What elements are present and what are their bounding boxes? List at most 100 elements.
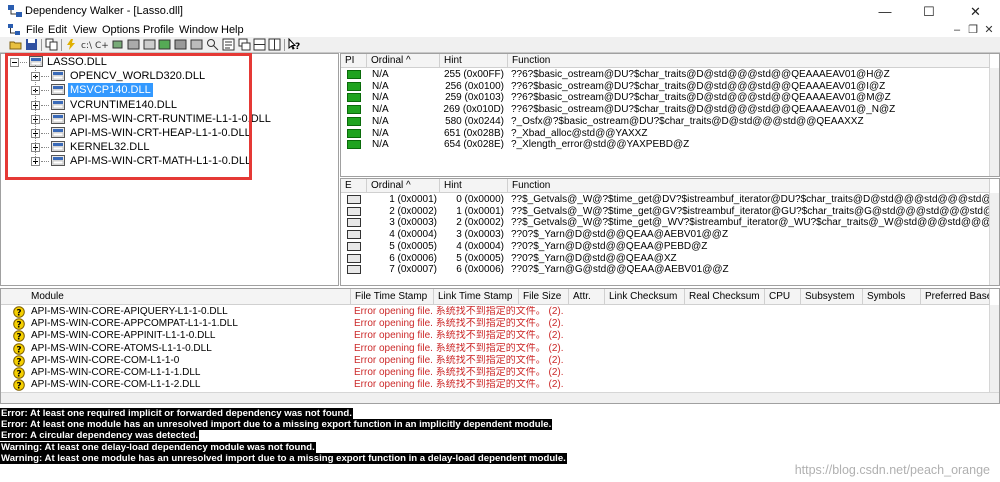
col-attr[interactable]: Attr. bbox=[569, 289, 605, 305]
module-row[interactable]: ? API-MS-WIN-CORE-APIQUERY-L1-1-0.DLL Erro… bbox=[1, 306, 990, 319]
import-row[interactable]: N/A 651 (0x028B) ?_Xbad_alloc@std@@YAXXZ bbox=[341, 128, 990, 140]
col-file-size[interactable]: File Size bbox=[519, 289, 569, 305]
import-row[interactable]: N/A 259 (0x0103) ??6?$basic_ostream@DU?$ch… bbox=[341, 92, 990, 104]
properties-icon[interactable] bbox=[222, 38, 235, 51]
help-icon[interactable]: ? bbox=[288, 38, 301, 51]
tile-vertical-icon[interactable] bbox=[268, 38, 281, 51]
module-row[interactable]: ? API-MS-WIN-CORE-COM-L1-1-2.DLL Error ope… bbox=[1, 379, 990, 392]
toggle-icon[interactable] bbox=[111, 38, 124, 51]
col-cpu[interactable]: CPU bbox=[765, 289, 801, 305]
module-row[interactable]: ? API-MS-WIN-CORE-APPINIT-L1-1-0.DLL Error… bbox=[1, 330, 990, 343]
col-module[interactable]: Module bbox=[1, 289, 351, 305]
mdi-minimize-button[interactable]: – bbox=[949, 23, 965, 37]
col-preferred-base[interactable]: Preferred Base bbox=[921, 289, 990, 305]
function-cell: ??6?$basic_ostream@DU?$char_traits@D@std… bbox=[511, 104, 896, 116]
imports-scrollbar[interactable] bbox=[989, 68, 999, 176]
module-status: Error opening file. 系统找不到指定的文件。 (2). bbox=[354, 306, 564, 317]
module-icon[interactable] bbox=[190, 38, 203, 51]
module-row[interactable]: ? API-MS-WIN-CORE-ATOMS-L1-1-0.DLL Error o… bbox=[1, 343, 990, 355]
col-function[interactable]: Function bbox=[508, 179, 990, 193]
mdi-close-button[interactable]: ✕ bbox=[981, 23, 997, 37]
menu-edit[interactable]: Edit bbox=[48, 23, 67, 37]
cascade-icon[interactable] bbox=[238, 38, 251, 51]
menu-window[interactable]: Window bbox=[179, 23, 218, 37]
close-button[interactable]: ✕ bbox=[951, 0, 1000, 23]
import-row[interactable]: N/A 654 (0x028E) ?_Xlength_error@std@@YAXP… bbox=[341, 139, 990, 151]
export-row[interactable]: 6 (0x0006) 5 (0x0005) ??0?$_Yarn@D@std@@QE… bbox=[341, 253, 990, 265]
col-symbols[interactable]: Symbols bbox=[863, 289, 921, 305]
export-function-icon bbox=[347, 206, 361, 216]
window-title: Dependency Walker - [Lasso.dll] bbox=[25, 5, 183, 17]
module-icon[interactable] bbox=[174, 38, 187, 51]
module-list-hscrollbar[interactable] bbox=[1, 392, 999, 403]
module-name: API-MS-WIN-CORE-COM-L1-1-1.DLL bbox=[31, 367, 201, 378]
export-row[interactable]: 5 (0x0005) 4 (0x0004) ??0?$_Yarn@D@std@@QE… bbox=[341, 241, 990, 253]
exports-scrollbar[interactable] bbox=[989, 193, 999, 285]
module-row[interactable]: ? API-MS-WIN-CORE-COM-L1-1-1.DLL Error ope… bbox=[1, 367, 990, 380]
col-ordinal[interactable]: Ordinal ^ bbox=[367, 54, 440, 68]
export-row[interactable]: 2 (0x0002) 1 (0x0001) ??$_Getvals@_W@?$tim… bbox=[341, 206, 990, 218]
import-row[interactable]: N/A 580 (0x0244) ?_Osfx@?$basic_ostream@DU… bbox=[341, 116, 990, 128]
log-line: Warning: At least one module has an unre… bbox=[0, 452, 567, 464]
export-row[interactable]: 7 (0x0007) 6 (0x0006) ??0?$_Yarn@G@std@@QE… bbox=[341, 264, 990, 274]
exports-header: E Ordinal ^ Hint Function bbox=[341, 179, 990, 193]
module-icon[interactable] bbox=[158, 38, 171, 51]
import-row[interactable]: N/A 256 (0x0100) ??6?$basic_ostream@DU?$ch… bbox=[341, 81, 990, 93]
export-row[interactable]: 4 (0x0004) 3 (0x0003) ??0?$_Yarn@D@std@@QE… bbox=[341, 229, 990, 241]
function-cell: ??0?$_Yarn@G@std@@QEAA@AEBV01@@Z bbox=[511, 264, 729, 274]
col-real-checksum[interactable]: Real Checksum bbox=[685, 289, 765, 305]
function-cell: ??$_Getvals@_W@?$time_get@DV?$istreambuf… bbox=[511, 194, 989, 205]
import-row[interactable]: N/A 255 (0x00FF) ??6?$basic_ostream@DU?$ch… bbox=[341, 69, 990, 81]
col-link-checksum[interactable]: Link Checksum bbox=[605, 289, 685, 305]
undecorate-icon[interactable]: C++ bbox=[95, 38, 108, 51]
menu-file[interactable]: File bbox=[26, 23, 44, 37]
full-paths-icon[interactable]: c:\ bbox=[80, 38, 93, 51]
col-hint[interactable]: Hint bbox=[440, 54, 508, 68]
document-icon bbox=[8, 24, 20, 35]
menu-options[interactable]: Options bbox=[102, 23, 140, 37]
menu-profile[interactable]: Profile bbox=[143, 23, 174, 37]
function-cell: ??6?$basic_ostream@DU?$char_traits@D@std… bbox=[511, 80, 886, 92]
col-link-time-stamp[interactable]: Link Time Stamp bbox=[434, 289, 519, 305]
minimize-button[interactable]: — bbox=[863, 0, 907, 23]
find-icon[interactable] bbox=[206, 38, 219, 51]
log-line: Error: A circular dependency was detecte… bbox=[0, 430, 200, 442]
mdi-restore-button[interactable]: ❐ bbox=[965, 23, 981, 37]
module-icon[interactable] bbox=[127, 38, 140, 51]
log-line: Error: At least one required implicit or… bbox=[0, 408, 353, 419]
col-e[interactable]: E bbox=[341, 179, 367, 193]
module-row[interactable]: ? API-MS-WIN-CORE-COM-L1-1-0 Error opening… bbox=[1, 355, 990, 367]
ordinal-cell: N/A bbox=[372, 80, 389, 92]
export-function-icon bbox=[347, 218, 361, 228]
svg-text:?: ? bbox=[16, 309, 21, 319]
function-cell: ??0?$_Yarn@D@std@@QEAA@AEBV01@@Z bbox=[511, 229, 729, 241]
copy-icon[interactable] bbox=[45, 38, 58, 51]
tile-horizontal-icon[interactable] bbox=[253, 38, 266, 51]
menu-view[interactable]: View bbox=[73, 23, 97, 37]
col-ordinal[interactable]: Ordinal ^ bbox=[367, 179, 440, 193]
menu-help[interactable]: Help bbox=[221, 23, 244, 37]
col-subsystem[interactable]: Subsystem bbox=[801, 289, 863, 305]
svg-text:?: ? bbox=[16, 333, 21, 343]
hint-cell: 3 (0x0003) bbox=[456, 229, 504, 241]
module-row[interactable]: ? API-MS-WIN-CORE-APPCOMPAT-L1-1-1.DLL Err… bbox=[1, 318, 990, 331]
col-file-time-stamp[interactable]: File Time Stamp bbox=[351, 289, 434, 305]
col-function[interactable]: Function bbox=[508, 54, 990, 68]
module-icon[interactable] bbox=[143, 38, 156, 51]
annotation-box bbox=[5, 53, 252, 180]
auto-expand-icon[interactable] bbox=[65, 38, 78, 51]
module-list-scrollbar[interactable] bbox=[989, 305, 999, 393]
maximize-button[interactable]: ☐ bbox=[907, 0, 951, 23]
toolbar-separator bbox=[61, 39, 62, 51]
function-cell: ??$_Getvals@_W@?$time_get@_WV?$istreambu… bbox=[511, 217, 989, 229]
col-hint[interactable]: Hint bbox=[440, 179, 508, 193]
export-row[interactable]: 1 (0x0001) 0 (0x0000) ??$_Getvals@_W@?$tim… bbox=[341, 194, 990, 206]
svg-text:c:\: c:\ bbox=[81, 41, 93, 51]
export-function-icon bbox=[347, 241, 361, 251]
export-row[interactable]: 3 (0x0003) 2 (0x0002) ??$_Getvals@_W@?$tim… bbox=[341, 217, 990, 229]
imports-header: PI Ordinal ^ Hint Function bbox=[341, 54, 990, 68]
save-icon[interactable] bbox=[25, 38, 38, 51]
import-row[interactable]: N/A 269 (0x010D) ??6?$basic_ostream@DU?$ch… bbox=[341, 104, 990, 116]
col-pi[interactable]: PI bbox=[341, 54, 367, 68]
open-icon[interactable] bbox=[9, 38, 22, 51]
